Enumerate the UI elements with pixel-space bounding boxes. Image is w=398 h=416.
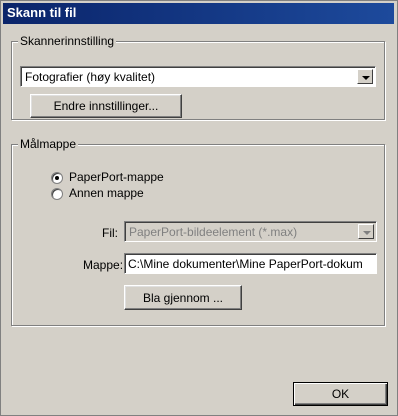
folder-path-field[interactable]: C:\Mine dokumenter\Mine PaperPort-dokum [124, 253, 377, 274]
target-folder-group: Målmappe PaperPort-mappe Annen mappe Fil… [11, 137, 385, 326]
window-title: Skann til fil [7, 5, 77, 20]
folder-path-value: C:\Mine dokumenter\Mine PaperPort-dokum [128, 257, 363, 271]
scan-preset-value: Fotografier (høy kvalitet) [25, 70, 156, 84]
scan-preset-dropdown[interactable]: Fotografier (høy kvalitet) [20, 66, 376, 87]
chevron-down-icon[interactable] [358, 224, 374, 239]
target-folder-legend: Målmappe [18, 137, 79, 151]
folder-label: Mappe: [83, 258, 124, 272]
change-settings-button[interactable]: Endre innstillinger... [30, 94, 182, 118]
scanner-settings-legend: Skannerinnstilling [18, 34, 117, 48]
file-label: Fil: [102, 226, 118, 240]
chevron-down-icon[interactable] [357, 69, 373, 84]
ok-button[interactable]: OK [293, 382, 388, 406]
radio-paperport-folder[interactable] [51, 172, 63, 184]
scanner-settings-group: Skannerinnstilling Fotografier (høy kval… [11, 34, 385, 120]
browse-button[interactable]: Bla gjennom ... [124, 285, 242, 310]
file-type-value: PaperPort-bildeelement (*.max) [129, 225, 298, 239]
dialog-window: Skann til fil Skannerinnstilling Fotogra… [0, 0, 398, 416]
radio-paperport-label[interactable]: PaperPort-mappe [69, 170, 164, 184]
file-type-dropdown[interactable]: PaperPort-bildeelement (*.max) [124, 221, 377, 242]
radio-other-folder[interactable] [51, 188, 63, 200]
title-bar[interactable]: Skann til fil [3, 3, 394, 24]
radio-other-label[interactable]: Annen mappe [69, 186, 144, 200]
